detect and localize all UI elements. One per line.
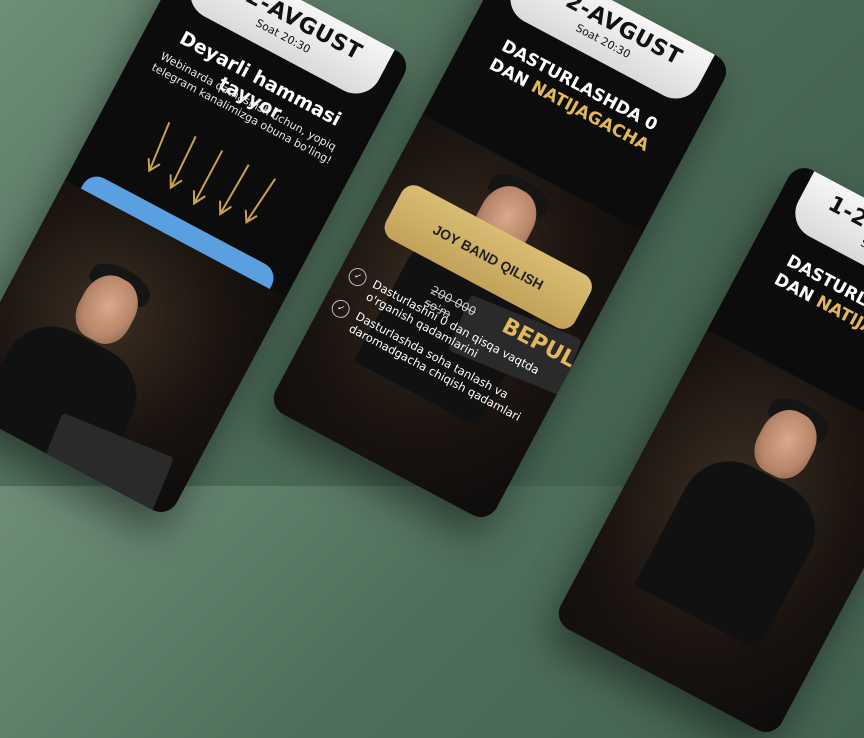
- presenter-photo: [552, 329, 864, 738]
- presenter-figure: [633, 382, 864, 651]
